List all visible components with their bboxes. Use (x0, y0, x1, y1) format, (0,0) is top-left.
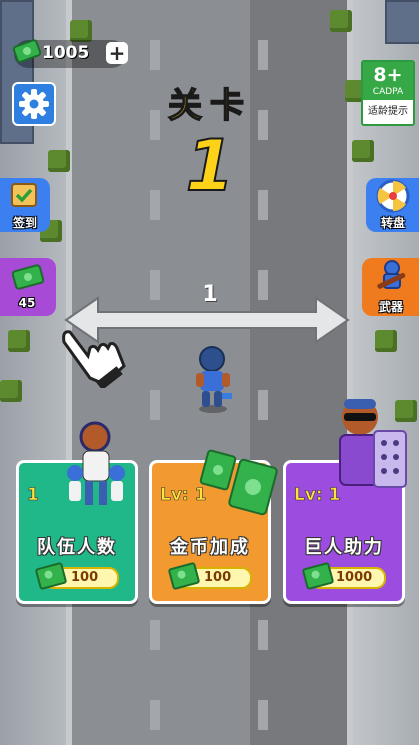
free-coins-button[interactable]: 45 (0, 258, 56, 316)
upgrade-card-coin-bonus[interactable]: Lv: 1 金币加成 100 (149, 449, 278, 604)
lane-marking (258, 390, 268, 420)
card-title: 金币加成 (170, 537, 250, 558)
lane-marking (150, 190, 160, 220)
money-stack-icon (199, 449, 278, 516)
settings-button[interactable] (12, 82, 56, 126)
signin-label: 签到 (12, 216, 37, 230)
price-value: 1000 (336, 570, 373, 585)
bush (70, 20, 92, 42)
prize-wheel-icon (376, 179, 410, 213)
age-rating-badge: 8+ CADPA 适龄提示 (361, 60, 415, 126)
bush (375, 330, 397, 352)
bush (352, 140, 374, 162)
money-stack-icon (11, 264, 45, 290)
building (385, 0, 419, 44)
card-title: 巨人助力 (304, 537, 384, 558)
upgrade-price[interactable]: 100 (34, 561, 119, 591)
lane-marking (258, 700, 268, 730)
age-rating: 8+ (373, 64, 403, 86)
price-value: 100 (204, 570, 232, 585)
card-level: Lv: 1 (160, 485, 207, 506)
signin-button[interactable]: 签到 (0, 178, 50, 232)
pointer-hand-icon (62, 330, 126, 388)
card-title: 队伍人数 (37, 537, 117, 558)
money-icon (34, 561, 68, 591)
price-value: 100 (71, 570, 99, 585)
calendar-signin-icon (11, 183, 37, 207)
giant-character-icon (339, 399, 407, 488)
money-icon (167, 561, 201, 591)
bush (330, 10, 352, 32)
upgrade-card-giant-help[interactable]: Lv: 1 巨人助力 1000 (283, 399, 407, 604)
lane-marking (150, 620, 160, 650)
add-coins-button[interactable]: + (106, 42, 128, 64)
level-number: 1 (185, 124, 236, 208)
team-crowd-icon (67, 421, 125, 505)
lane-marking (150, 40, 160, 70)
weapon-icon (377, 260, 406, 289)
upgrade-price[interactable]: 100 (167, 561, 252, 591)
money-icon (12, 39, 42, 63)
card-level: Lv: 1 (294, 485, 341, 506)
money-icon (301, 561, 335, 591)
age-tip: 适龄提示 (368, 106, 408, 117)
upgrade-price[interactable]: 1000 (301, 561, 386, 591)
bush (48, 150, 70, 172)
lane-marking (258, 40, 268, 70)
level-label: 关卡 (167, 85, 252, 127)
settings-gear-icon (19, 89, 49, 119)
card-level: 1 (27, 485, 39, 506)
player-character (196, 346, 232, 413)
bush (0, 380, 22, 402)
plus-icon: + (108, 41, 126, 65)
right-curb (347, 0, 353, 745)
upgrade-card-team-size[interactable]: 1 队伍人数 100 (16, 421, 138, 604)
weapon-button[interactable]: 武器 (362, 258, 419, 316)
prize-wheel-label: 转盘 (380, 216, 405, 230)
free-coins-count: 45 (18, 296, 36, 310)
bush (8, 330, 30, 352)
weapon-label: 武器 (378, 300, 403, 314)
lane-marking (150, 700, 160, 730)
prize-wheel-button[interactable]: 转盘 (366, 178, 419, 232)
coin-amount: 1005 (42, 43, 90, 63)
lane-marking (258, 620, 268, 650)
age-rating-org: CADPA (372, 87, 404, 97)
